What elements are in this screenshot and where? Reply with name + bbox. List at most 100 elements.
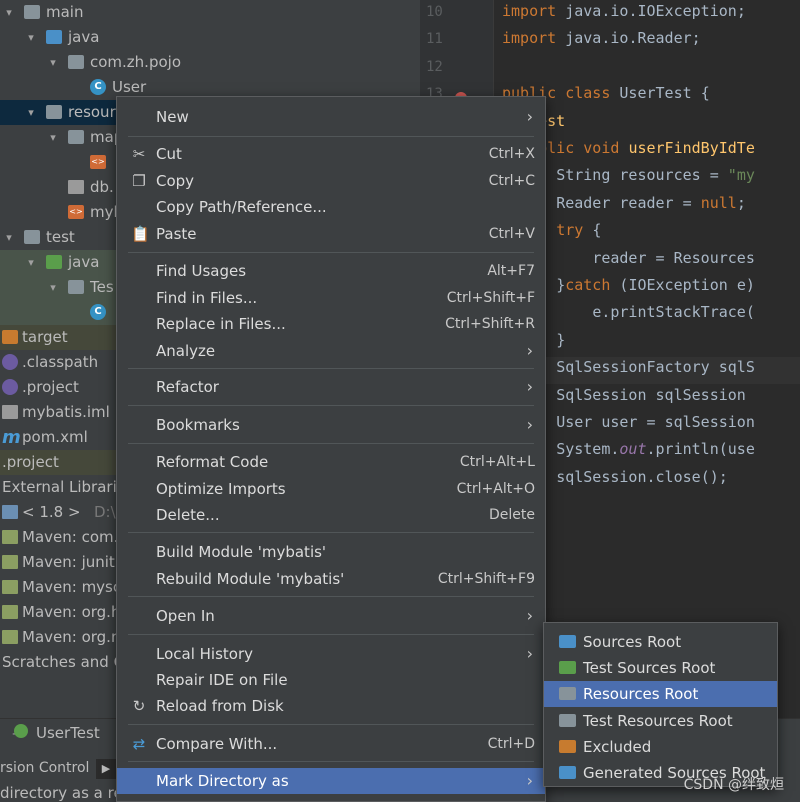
menu-item-label: Copy (156, 172, 195, 190)
expand-arrow-icon[interactable]: ▾ (46, 50, 60, 75)
menu-item-label: Build Module 'mybatis' (156, 543, 327, 561)
menu-item-find-in-files[interactable]: Find in Files... Ctrl+Shift+F (117, 285, 545, 311)
test-resources-root-icon (559, 713, 576, 727)
code-line[interactable]: import java.io.Reader; (502, 29, 701, 47)
menu-item-shortcut: Ctrl+Shift+R (445, 316, 535, 332)
menu-item-label: Compare With... (156, 735, 278, 753)
excluded-icon (559, 739, 576, 753)
menu-item-compare-with[interactable]: ⇄ Compare With... Ctrl+D (117, 731, 545, 757)
menu-item-new[interactable]: New › (117, 104, 545, 130)
excluded-folder-icon (2, 330, 18, 344)
tree-row-label: resour (68, 103, 116, 121)
menu-item-mark-directory-as[interactable]: Mark Directory as › (117, 768, 545, 794)
submenu-item-resources-root[interactable]: Resources Root (544, 681, 777, 708)
submenu-arrow-icon: › (526, 415, 533, 434)
menu-item-copy-path-reference[interactable]: Copy Path/Reference... (117, 194, 545, 220)
tree-row-label: mybatis.iml (22, 403, 110, 421)
menu-item-shortcut: Ctrl+Alt+O (456, 481, 535, 497)
package-icon (68, 55, 84, 69)
menu-item-optimize-imports[interactable]: Optimize Imports Ctrl+Alt+O (117, 476, 545, 502)
watermark: CSDN @绊致烜 (683, 777, 784, 793)
tree-row-label: .project (22, 378, 79, 396)
submenu-item-label: Excluded (583, 737, 652, 756)
tree-row[interactable]: ▾ main (0, 0, 420, 25)
submenu-item-test-resources-root[interactable]: Test Resources Root (544, 708, 777, 734)
resources-root-icon (559, 687, 576, 701)
menu-item-bookmarks[interactable]: Bookmarks › (117, 412, 545, 438)
tree-row-label: < 1.8 > (22, 503, 81, 521)
expand-arrow-icon[interactable]: ▾ (2, 225, 16, 250)
menu-item-label: Local History (156, 645, 254, 663)
menu-item-rebuild-module-mybatis[interactable]: Rebuild Module 'mybatis' Ctrl+Shift+F9 (117, 566, 545, 592)
expand-arrow-icon[interactable]: ▾ (24, 100, 38, 125)
expand-arrow-icon[interactable]: ▾ (46, 275, 60, 300)
menu-separator (128, 405, 534, 406)
submenu-item-test-sources-root[interactable]: Test Sources Root (544, 655, 777, 681)
menu-item-delete[interactable]: Delete... Delete (117, 502, 545, 528)
menu-item-refactor[interactable]: Refactor › (117, 374, 545, 400)
folder-icon (24, 230, 40, 244)
submenu-arrow-icon: › (526, 644, 533, 663)
compare-icon: ⇄ (132, 735, 146, 753)
menu-item-analyze[interactable]: Analyze › (117, 338, 545, 364)
menu-item-build-module-mybatis[interactable]: Build Module 'mybatis' (117, 539, 545, 565)
menu-item-label: Cut (156, 145, 182, 163)
menu-separator (128, 634, 534, 635)
library-icon (2, 530, 18, 544)
expand-arrow-icon[interactable]: ▾ (2, 0, 16, 25)
tree-row-label: Maven: org.n (22, 628, 121, 646)
code-line[interactable]: import java.io.IOException; (502, 2, 746, 20)
properties-file-icon (68, 180, 84, 194)
eclipse-icon (2, 379, 18, 395)
folder-icon (68, 130, 84, 144)
tree-row-label: Maven: com. (22, 528, 119, 546)
menu-item-label: Open In (156, 607, 215, 625)
play-icon[interactable]: ▶ (96, 759, 116, 779)
tree-row-label: pom.xml (22, 428, 88, 446)
folder-icon (24, 5, 40, 19)
submenu-arrow-icon: › (526, 771, 533, 790)
submenu-arrow-icon: › (526, 341, 533, 360)
class-icon: C (90, 79, 106, 95)
expand-arrow-icon[interactable]: ▾ (24, 250, 38, 275)
tab-usertest[interactable]: UserTest (36, 724, 100, 742)
version-control-tab[interactable]: rsion Control (0, 760, 89, 776)
menu-item-label: New (156, 108, 189, 126)
menu-item-open-in[interactable]: Open In › (117, 603, 545, 629)
menu-item-reload-from-disk[interactable]: ↻ Reload from Disk (117, 693, 545, 719)
test-sources-root-icon (559, 661, 576, 675)
expand-arrow-icon[interactable]: ▾ (46, 125, 60, 150)
menu-item-label: Replace in Files... (156, 315, 286, 333)
reload-icon: ↻ (132, 697, 146, 715)
submenu-item-sources-root[interactable]: Sources Root (544, 629, 777, 655)
tree-row[interactable]: ▾ com.zh.pojo (0, 50, 420, 75)
menu-separator (128, 724, 534, 725)
menu-item-reformat-code[interactable]: Reformat Code Ctrl+Alt+L (117, 449, 545, 475)
menu-item-copy[interactable]: ❐ Copy Ctrl+C (117, 168, 545, 194)
menu-item-replace-in-files[interactable]: Replace in Files... Ctrl+Shift+R (117, 311, 545, 337)
paste-icon: 📋 (131, 225, 150, 243)
tree-row[interactable]: ▾ java (0, 25, 420, 50)
library-icon (2, 580, 18, 594)
menu-item-shortcut: Ctrl+C (488, 173, 535, 189)
menu-item-shortcut: Ctrl+Alt+L (459, 454, 535, 470)
tree-row-label: test (46, 228, 75, 246)
library-icon (2, 555, 18, 569)
menu-item-repair-ide-on-file[interactable]: Repair IDE on File (117, 667, 545, 693)
menu-separator (128, 596, 534, 597)
xml-file-icon: <> (68, 205, 84, 219)
menu-item-shortcut: Delete (489, 507, 535, 523)
menu-item-shortcut: Ctrl+D (487, 736, 535, 752)
menu-item-label: Refactor (156, 378, 219, 396)
expand-arrow-icon[interactable]: ▾ (24, 25, 38, 50)
menu-item-find-usages[interactable]: Find Usages Alt+F7 (117, 258, 545, 284)
menu-item-label: Delete... (156, 506, 220, 524)
menu-item-local-history[interactable]: Local History › (117, 641, 545, 667)
menu-item-label: Analyze (156, 342, 216, 360)
menu-item-paste[interactable]: 📋 Paste Ctrl+V (117, 221, 545, 247)
menu-separator (128, 443, 534, 444)
menu-item-cut[interactable]: ✂ Cut Ctrl+X (117, 141, 545, 167)
tree-row-label: Scratches and C (2, 653, 125, 671)
submenu-item-excluded[interactable]: Excluded (544, 734, 777, 760)
jdk-icon (2, 505, 18, 519)
